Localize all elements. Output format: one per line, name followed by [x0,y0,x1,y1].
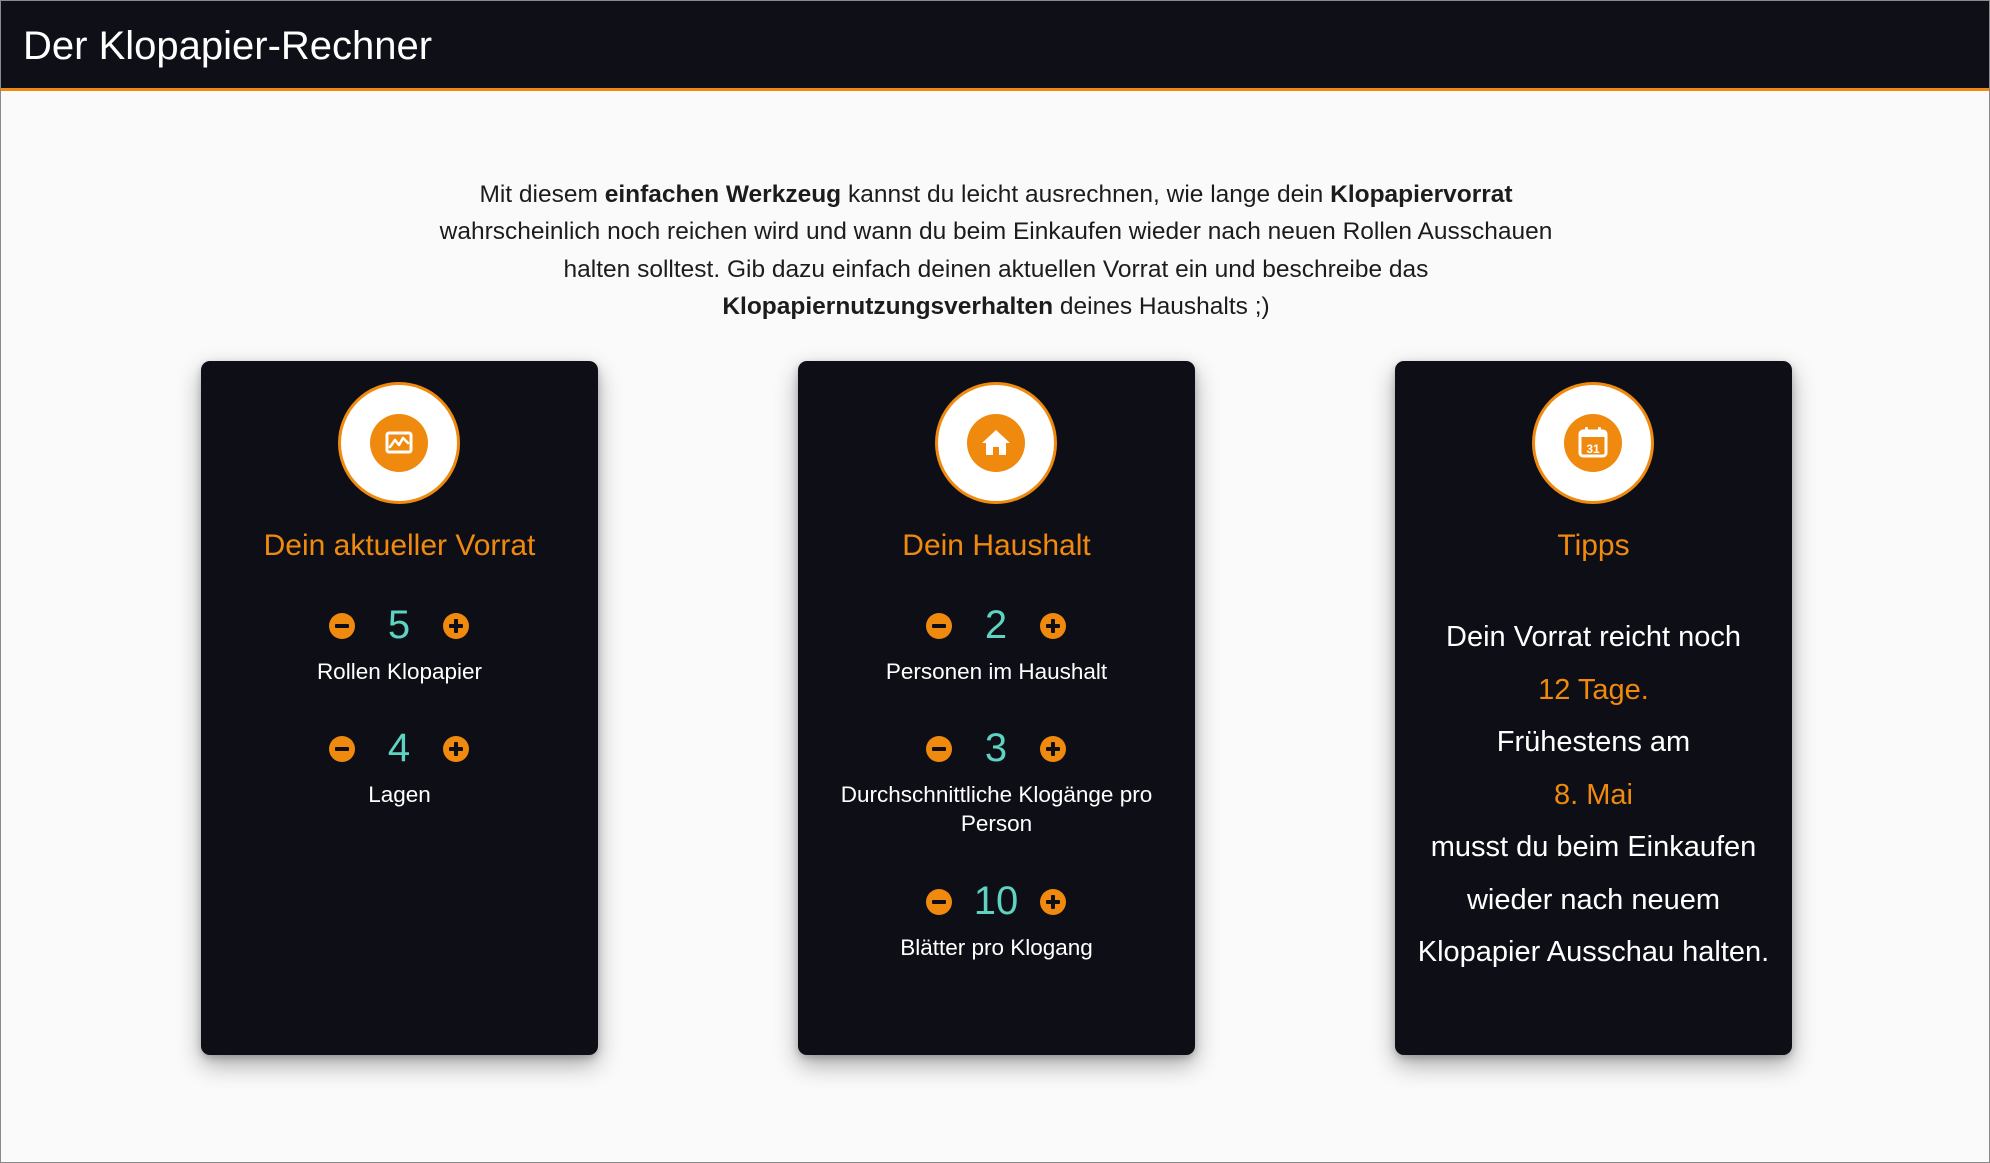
intro-part-1: Mit diesem [479,180,605,208]
rollen-value: 5 [387,603,411,647]
calendar-day: 31 [1586,442,1600,456]
intro-text: Mit diesem einfachen Werkzeug kannst du … [421,176,1571,326]
haushalt-icon-circle [935,382,1057,504]
calendar-icon: 31 [1564,414,1622,472]
haushalt-card: Dein Haushalt 2 Personen im Haushalt 3 D… [798,361,1195,1055]
blaetter-value: 10 [973,879,1019,923]
rollen-plus-button[interactable] [443,613,469,639]
page: Der Klopapier-Rechner Mit diesem einfach… [0,0,1990,1163]
blaetter-stepper: 10 [798,877,1195,925]
intro-part-3: wahrscheinlich noch reichen wird und wan… [439,218,1553,283]
app-title: Der Klopapier-Rechner [23,24,433,68]
haushalt-title: Dein Haushalt [902,529,1091,562]
kloggaenge-plus-button[interactable] [1040,736,1066,762]
tipps-line-2: Frühestens am [1496,726,1691,758]
personen-stepper: 2 [798,601,1195,649]
personen-label: Personen im Haushalt [885,659,1108,684]
tipps-title: Tipps [1557,529,1630,562]
remaining-days: 12 Tage. [1538,673,1649,706]
kloggaenge-label: Durchschnittliche Klogänge pro Person [840,782,1153,836]
chart-icon [370,414,428,472]
kloggaenge-stepper: 3 [798,724,1195,772]
vorrat-card: Dein aktueller Vorrat 5 Rollen Klopapier… [201,361,598,1055]
blaetter-label: Blätter pro Klogang [900,935,1093,960]
shopping-date: 8. Mai [1554,778,1633,811]
kloggaenge-value: 3 [984,726,1008,770]
intro-bold-verhalten: Klopapiernutzungsverhalten [722,293,1054,320]
rollen-stepper: 5 [201,601,598,649]
intro-bold-vorrat: Klopapiervorrat [1330,180,1513,208]
vorrat-icon-circle [338,382,460,504]
lagen-label: Lagen [368,782,431,807]
tipps-message: Dein Vorrat reicht noch 12 Tage. Frühest… [1415,611,1772,979]
rollen-label: Rollen Klopapier [316,659,483,684]
intro-part-4: deines Haushalts ;) [1053,293,1270,320]
personen-plus-button[interactable] [1040,613,1066,639]
personen-value: 2 [984,603,1008,647]
intro-part-2: kannst du leicht ausrechnen, wie lange d… [841,180,1331,208]
tipps-card: 31 Tipps Dein Vorrat reicht noch 12 Tage… [1395,361,1792,1055]
home-icon [967,414,1025,472]
intro-bold-werkzeug: einfachen Werkzeug [604,180,842,208]
tipps-line-3: musst du beim Einkaufen wieder nach neue… [1417,831,1770,968]
lagen-stepper: 4 [201,724,598,772]
blaetter-plus-button[interactable] [1040,889,1066,915]
lagen-value: 4 [387,726,411,770]
tipps-icon-circle: 31 [1532,382,1654,504]
top-app-bar: Der Klopapier-Rechner [1,1,1989,91]
lagen-plus-button[interactable] [443,736,469,762]
vorrat-title: Dein aktueller Vorrat [263,529,536,562]
tipps-line-1: Dein Vorrat reicht noch [1446,621,1741,653]
